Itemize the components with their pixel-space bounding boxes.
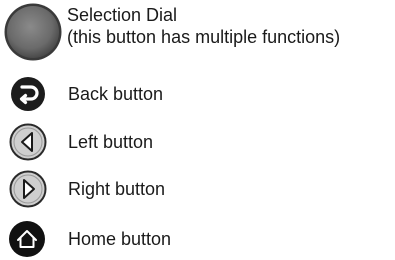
left-triangle-icon: [9, 123, 47, 161]
selection-dial-sublabel: (this button has multiple functions): [67, 27, 341, 47]
home-icon: [8, 220, 46, 258]
selection-dial-text: Selection Dial (this button has multiple…: [67, 4, 340, 48]
left-button-label: Left button: [68, 132, 154, 152]
right-button-label: Right button: [68, 179, 166, 199]
selection-dial-label: Selection Dial: [67, 5, 178, 25]
home-button-label: Home button: [68, 229, 172, 249]
right-triangle-icon: [9, 170, 47, 208]
back-arrow-icon: [10, 76, 46, 112]
selection-dial-icon: [3, 2, 63, 62]
back-button-label: Back button: [68, 84, 164, 104]
